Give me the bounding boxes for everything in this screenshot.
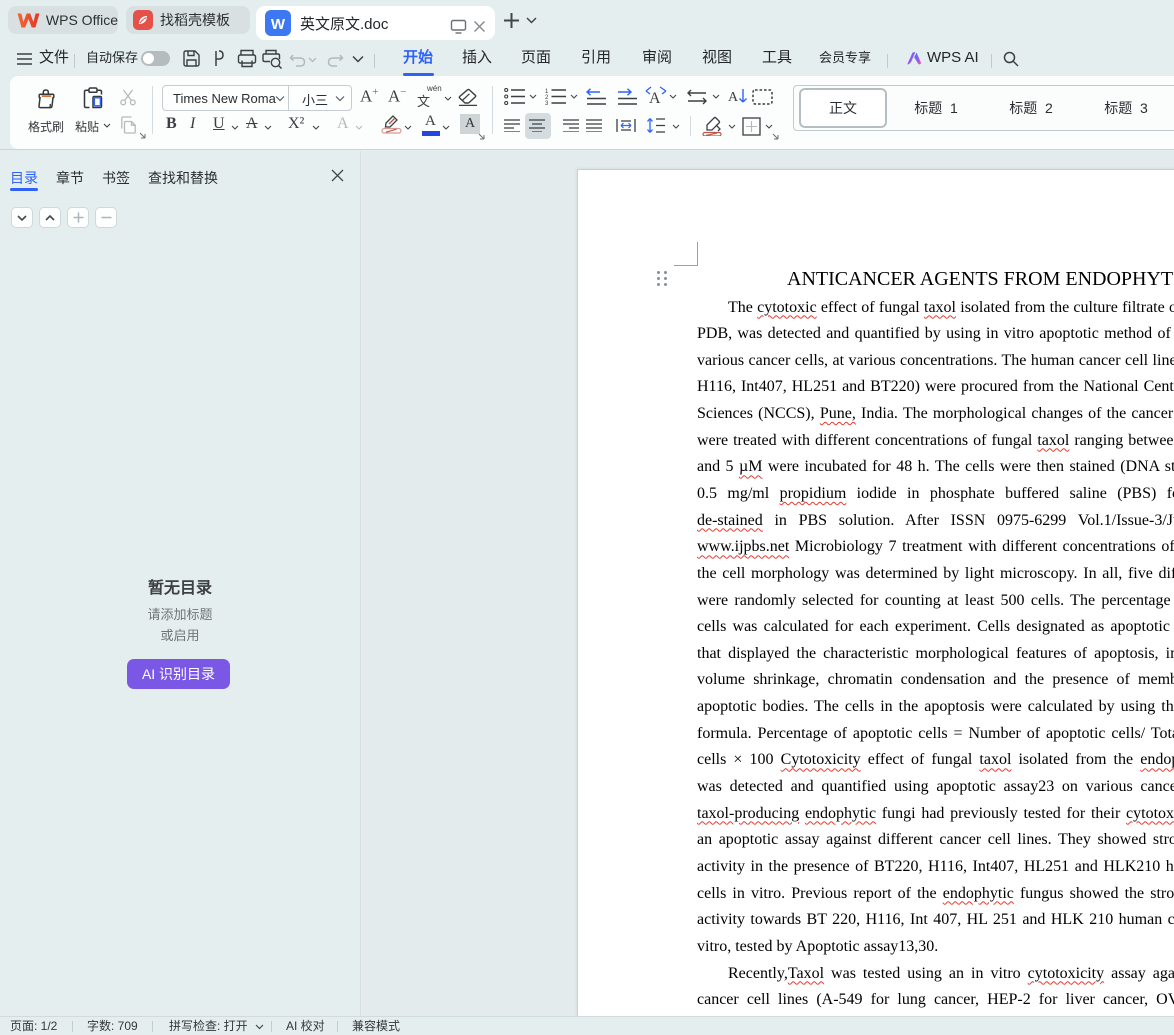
svg-text:3: 3 <box>545 101 549 105</box>
svg-text:A: A <box>728 90 739 105</box>
svg-text:A: A <box>649 90 661 106</box>
svg-text:W: W <box>271 16 286 33</box>
